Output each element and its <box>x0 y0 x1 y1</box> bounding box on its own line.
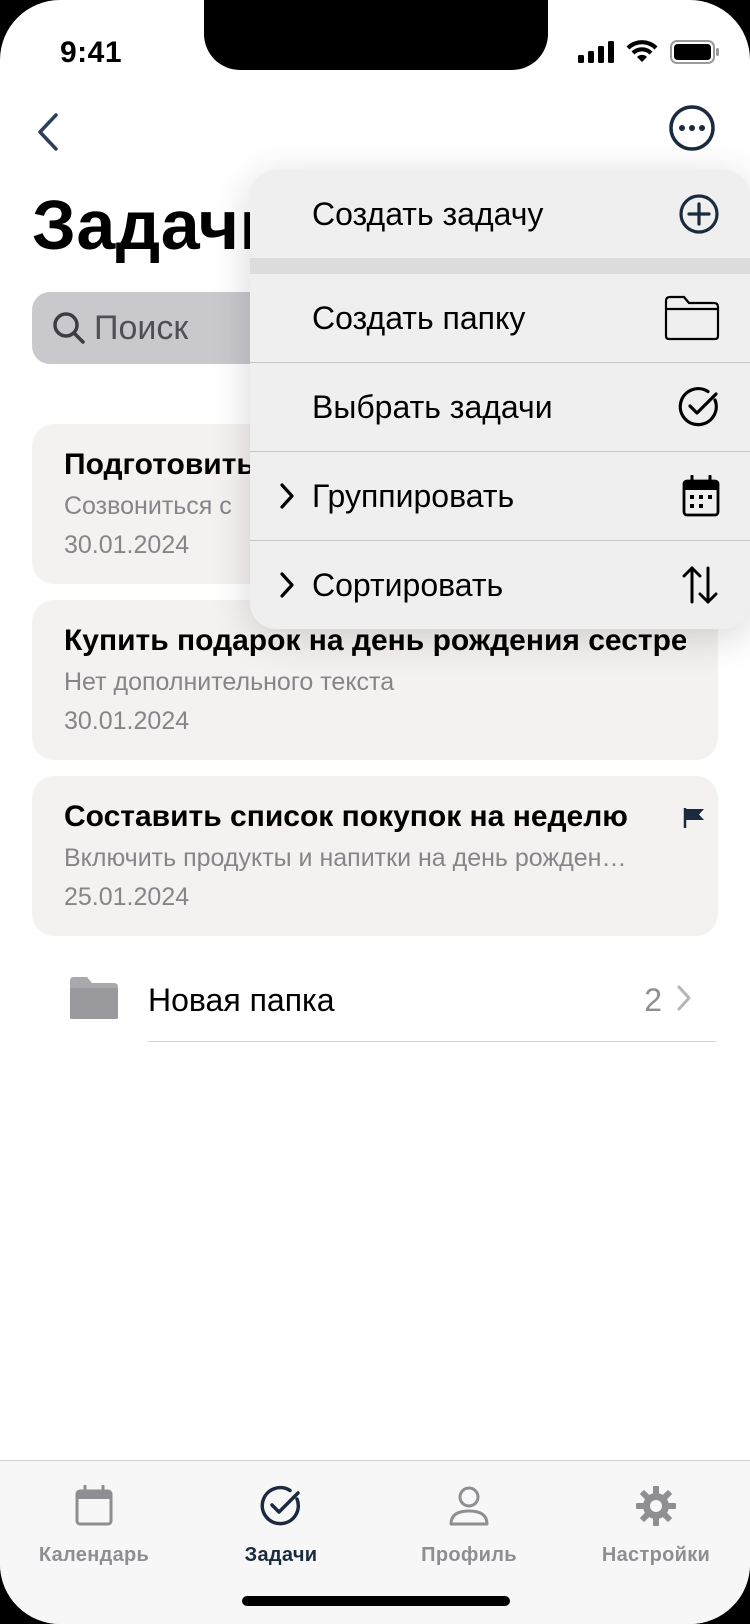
task-title: Составить список покупок на неделю <box>64 800 628 833</box>
divider <box>148 1041 716 1042</box>
chevron-left-icon <box>38 113 58 151</box>
gear-icon <box>636 1486 676 1526</box>
ellipsis-circle-icon <box>669 105 715 151</box>
menu-item-label: Группировать <box>312 477 515 514</box>
folder-row[interactable]: Новая папка 2 <box>32 960 722 1040</box>
page-title: Задачи <box>32 186 284 264</box>
chevron-right-icon <box>280 572 294 598</box>
tab-calendar[interactable]: Календарь <box>4 1484 184 1567</box>
folder-icon <box>664 295 720 341</box>
tab-settings[interactable]: Настройки <box>566 1485 746 1567</box>
battery-icon <box>670 40 719 64</box>
task-subtitle: Нет дополнительного текста <box>64 668 395 696</box>
status-time: 9:41 <box>60 36 123 69</box>
back-button[interactable] <box>28 104 68 160</box>
menu-item-label: Создать задачу <box>312 195 544 232</box>
context-menu: Создать задачу Создать папку Выбрать зад… <box>250 170 750 629</box>
search-icon <box>53 312 85 344</box>
menu-item-create-folder[interactable]: Создать папку <box>250 274 750 362</box>
tab-label: Настройки <box>601 1544 711 1566</box>
calendar-icon <box>75 1484 113 1526</box>
divider <box>250 258 750 274</box>
chevron-right-icon <box>677 985 691 1011</box>
check-circle-icon <box>260 1485 301 1526</box>
task-date: 25.01.2024 <box>64 883 190 911</box>
folder-icon <box>70 977 118 1019</box>
tab-label: Задачи <box>244 1544 318 1566</box>
folder-count: 2 <box>644 982 662 1018</box>
task-title: Купить подарок на день рождения сестре <box>64 624 686 657</box>
tab-profile[interactable]: Профиль <box>379 1485 559 1567</box>
device-notch <box>204 0 548 70</box>
menu-item-select-tasks[interactable]: Выбрать задачи <box>250 363 750 451</box>
more-options-button[interactable] <box>668 104 716 152</box>
tab-label: Профиль <box>421 1544 517 1566</box>
tab-label: Календарь <box>38 1544 150 1566</box>
status-icons <box>578 40 720 64</box>
task-card[interactable]: Составить список покупок на неделю Включ… <box>32 776 718 936</box>
flag-icon[interactable] <box>682 806 706 830</box>
home-indicator <box>242 1596 510 1606</box>
sort-arrows-icon <box>682 566 718 604</box>
menu-item-group[interactable]: Группировать <box>250 452 750 540</box>
task-subtitle: Включить продукты и напитки на день рожд… <box>64 844 627 872</box>
chevron-right-icon <box>280 483 294 509</box>
task-date: 30.01.2024 <box>64 707 190 735</box>
wifi-icon <box>626 40 658 62</box>
menu-item-create-task[interactable]: Создать задачу <box>250 170 750 258</box>
person-icon <box>449 1486 489 1526</box>
menu-item-label: Создать папку <box>312 299 526 336</box>
folder-name: Новая папка <box>148 982 335 1018</box>
tab-tasks[interactable]: Задачи <box>191 1485 371 1567</box>
calendar-icon <box>682 475 720 517</box>
menu-item-label: Сортировать <box>312 566 504 603</box>
menu-item-sort[interactable]: Сортировать <box>250 541 750 629</box>
plus-circle-icon <box>679 194 719 234</box>
check-circle-icon <box>678 387 718 427</box>
cellular-signal-icon <box>578 41 614 63</box>
phone-screen: 9:41 Задачи Поиск Подготовить Созвонитьс… <box>0 0 750 1624</box>
menu-item-label: Выбрать задачи <box>312 388 553 425</box>
